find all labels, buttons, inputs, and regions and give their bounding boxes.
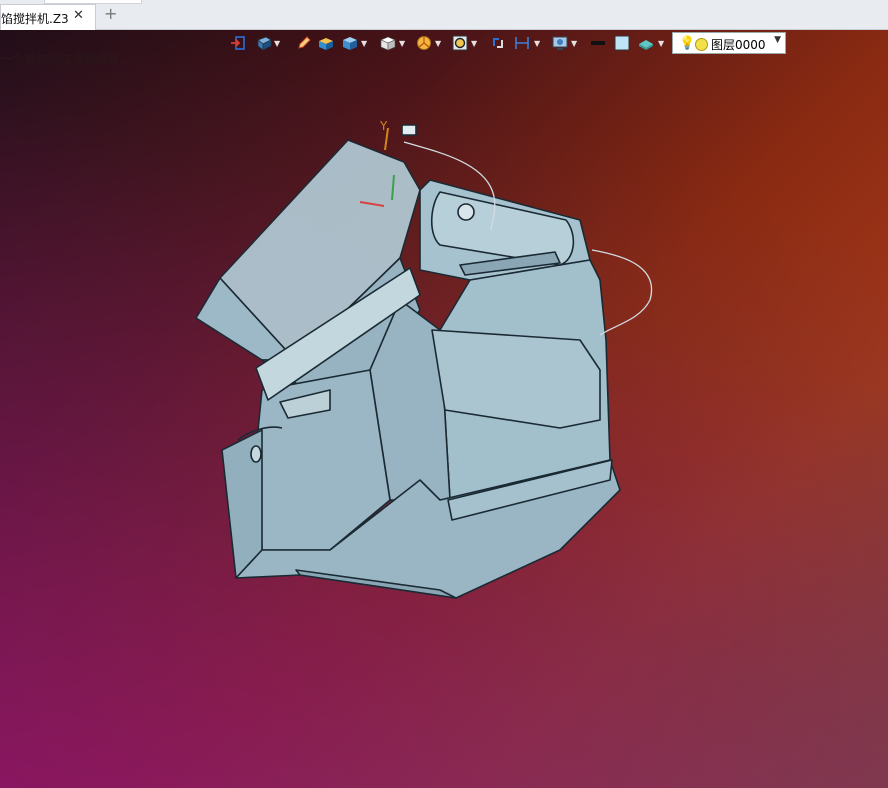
3d-viewport[interactable]: 一个有效的过滤器设置. ▼ ▼ ▼ ▼ ▼ ▼ ▼ ▼ 💡 图层0000 ▼ Y — [0, 30, 888, 788]
tab-title: 馅搅拌机.Z3 — [1, 12, 69, 26]
dimension-icon — [515, 37, 529, 49]
bulb-icon: 💡 — [679, 36, 696, 51]
layer-select[interactable]: 💡 图层0000 ▼ — [672, 32, 786, 54]
chevron-down-icon: ▼ — [571, 39, 578, 48]
cube-white-icon — [380, 36, 396, 51]
layer-visibility-icon — [695, 38, 708, 51]
color-swatch-blue-icon — [614, 35, 630, 51]
chevron-down-icon: ▼ — [274, 39, 281, 48]
chevron-down-icon: ▼ — [658, 39, 665, 48]
color-wheel-icon — [417, 36, 431, 50]
model-3d[interactable]: Y — [0, 30, 888, 788]
chevron-down-icon: ▼ — [399, 39, 406, 48]
close-icon[interactable]: ✕ — [73, 8, 84, 23]
filter-message: 一个有效的过滤器设置. — [0, 52, 124, 66]
chevron-down-icon: ▼ — [361, 39, 368, 48]
layer-color-icon — [639, 40, 653, 50]
plus-icon[interactable]: + — [104, 6, 117, 22]
cube-blue-icon — [343, 37, 357, 50]
layer-name: 图层0000 — [711, 38, 766, 52]
view-mode-icon — [257, 36, 272, 51]
shaded-solid-icon — [319, 38, 333, 50]
pen-icon — [298, 36, 311, 49]
tab-bar: 馅搅拌机.Z3 ✕ + — [0, 0, 888, 30]
chevron-down-icon: ▼ — [435, 39, 442, 48]
chevron-down-icon: ▼ — [534, 39, 541, 48]
zoom-fit-icon — [452, 35, 468, 51]
display-icon — [552, 36, 568, 50]
color-swatch-black-icon — [591, 41, 605, 45]
align-icon — [493, 38, 503, 48]
axis-y-label: Y — [379, 119, 388, 133]
chevron-down-icon[interactable]: ▼ — [774, 35, 781, 45]
document-tab[interactable]: 馅搅拌机.Z3 ✕ — [0, 4, 96, 30]
chevron-down-icon: ▼ — [471, 39, 478, 48]
exit-sketch-icon — [231, 36, 245, 50]
